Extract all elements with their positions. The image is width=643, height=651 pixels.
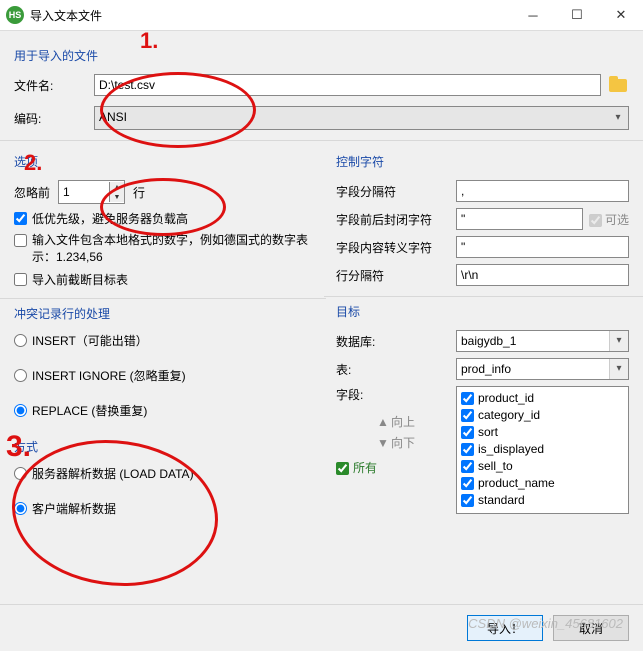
ignore-lines-input[interactable] — [59, 182, 109, 202]
db-select[interactable]: baigydb_1▾ — [456, 330, 629, 352]
spin-down-icon[interactable]: ▼ — [110, 192, 124, 202]
fields-listbox[interactable]: product_idcategory_idsortis_displayedsel… — [456, 386, 629, 514]
conflict-insert-ignore[interactable]: INSERT IGNORE (忽略重复) — [14, 367, 316, 384]
chevron-down-icon: ▾ — [608, 107, 628, 129]
table-label: 表: — [336, 361, 456, 378]
target-header: 目标 — [336, 303, 629, 320]
spin-up-icon[interactable]: ▲ — [110, 182, 124, 192]
browse-folder-icon[interactable] — [607, 76, 629, 94]
cancel-button[interactable]: 取消 — [553, 615, 629, 641]
close-button[interactable]: ✕ — [599, 0, 643, 30]
escape-label: 字段内容转义字符 — [336, 239, 456, 256]
conflict-replace[interactable]: REPLACE (替换重复) — [14, 402, 316, 419]
chevron-down-icon: ▾ — [609, 331, 628, 351]
low-priority-checkbox[interactable]: 低优先级，避免服务器负载高 — [14, 210, 316, 227]
control-chars-header: 控制字符 — [336, 153, 629, 170]
app-icon: HS — [6, 6, 24, 24]
import-button[interactable]: 导入！ — [467, 615, 543, 641]
method-client[interactable]: 客户端解析数据 — [14, 500, 316, 517]
window-title: 导入文本文件 — [30, 7, 511, 24]
method-header: 方式 — [14, 438, 316, 455]
titlebar: HS 导入文本文件 ─ ☐ ✕ — [0, 0, 643, 31]
ignore-lines-spinner[interactable]: ▲▼ — [58, 180, 125, 204]
chevron-down-icon: ▾ — [609, 359, 628, 379]
field-item[interactable]: category_id — [459, 406, 626, 423]
method-server[interactable]: 服务器解析数据 (LOAD DATA) — [14, 465, 316, 482]
field-sep-label: 字段分隔符 — [336, 183, 456, 200]
all-fields-checkbox[interactable]: 所有 — [336, 459, 456, 476]
local-number-checkbox[interactable]: 输入文件包含本地格式的数字，例如德国式的数字表示：1.234,56 — [14, 232, 316, 266]
enclose-input[interactable] — [456, 208, 583, 230]
field-sep-input[interactable] — [456, 180, 629, 202]
escape-input[interactable] — [456, 236, 629, 258]
minimize-button[interactable]: ─ — [511, 0, 555, 30]
maximize-button[interactable]: ☐ — [555, 0, 599, 30]
encoding-label: 编码: — [14, 110, 94, 127]
truncate-checkbox[interactable]: 导入前截断目标表 — [14, 271, 316, 288]
conflict-insert[interactable]: INSERT（可能出错） — [14, 332, 316, 349]
move-down-button[interactable]: ▼ 向下 — [377, 434, 415, 451]
line-sep-input[interactable] — [456, 264, 629, 286]
dialog-footer: 导入！ 取消 — [0, 604, 643, 651]
filename-label: 文件名: — [14, 77, 94, 94]
encoding-select[interactable]: ANSI ▾ — [94, 106, 629, 130]
file-section-header: 用于导入的文件 — [14, 47, 629, 64]
line-sep-label: 行分隔符 — [336, 267, 456, 284]
db-label: 数据库: — [336, 333, 456, 350]
encoding-value: ANSI — [99, 110, 127, 124]
field-item[interactable]: product_id — [459, 389, 626, 406]
move-up-button[interactable]: ▲ 向上 — [377, 413, 415, 430]
ignore-unit: 行 — [133, 184, 145, 201]
field-item[interactable]: product_name — [459, 474, 626, 491]
field-item[interactable]: standard — [459, 491, 626, 508]
ignore-label: 忽略前 — [14, 184, 50, 201]
field-item[interactable]: is_displayed — [459, 440, 626, 457]
options-header: 选项 — [14, 153, 316, 170]
field-item[interactable]: sort — [459, 423, 626, 440]
filename-input[interactable] — [94, 74, 601, 96]
enclose-label: 字段前后封闭字符 — [336, 211, 456, 228]
fields-label: 字段: — [336, 386, 456, 403]
table-select[interactable]: prod_info▾ — [456, 358, 629, 380]
enclose-optional[interactable]: 可选 — [589, 211, 629, 228]
conflict-header: 冲突记录行的处理 — [14, 305, 316, 322]
field-item[interactable]: sell_to — [459, 457, 626, 474]
